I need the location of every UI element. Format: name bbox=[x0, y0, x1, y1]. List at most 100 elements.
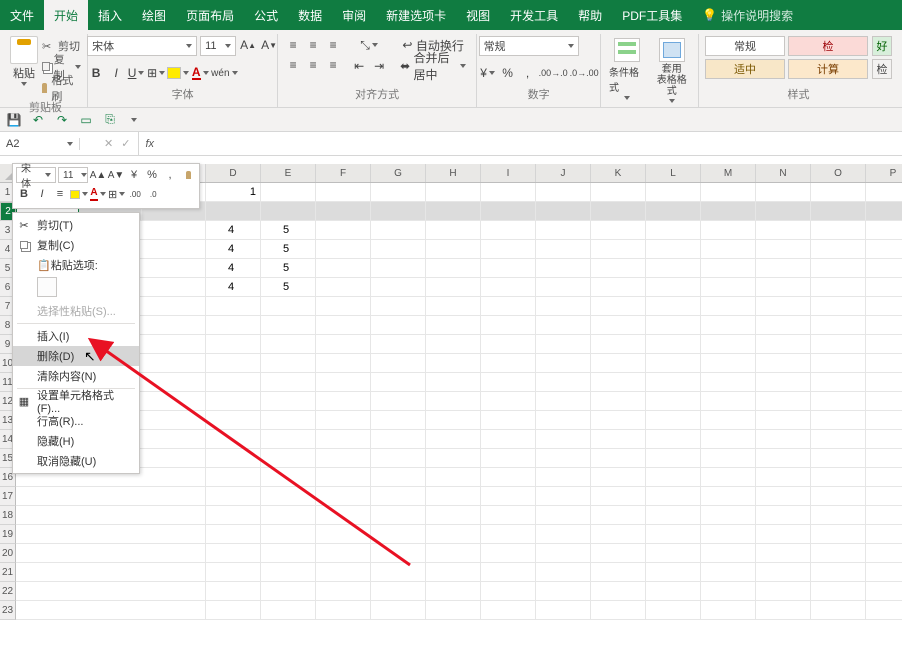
tab-help[interactable]: 帮助 bbox=[568, 0, 612, 30]
cancel-formula-button[interactable]: ✕ bbox=[104, 137, 113, 150]
undo-button[interactable]: ↶ bbox=[30, 112, 46, 128]
tab-formulas[interactable]: 公式 bbox=[244, 0, 288, 30]
tab-newtab[interactable]: 新建选项卡 bbox=[376, 0, 456, 30]
col-header-G[interactable]: G bbox=[371, 164, 426, 182]
tab-data[interactable]: 数据 bbox=[288, 0, 332, 30]
col-header-O[interactable]: O bbox=[811, 164, 866, 182]
tell-me-search[interactable]: 💡 操作说明搜索 bbox=[692, 0, 803, 30]
cell-D3[interactable]: 4 bbox=[206, 221, 261, 240]
format-as-table-button[interactable]: 套用 表格格式 bbox=[652, 36, 692, 105]
style-check[interactable]: 检 bbox=[788, 36, 868, 56]
col-header-P[interactable]: P bbox=[866, 164, 902, 182]
col-header-K[interactable]: K bbox=[591, 164, 646, 182]
qat-unknown2[interactable]: ⎘ bbox=[102, 112, 118, 128]
enter-formula-button[interactable]: ✓ bbox=[121, 137, 130, 150]
mini-comma[interactable]: , bbox=[162, 167, 178, 183]
col-header-N[interactable]: N bbox=[756, 164, 811, 182]
tab-view[interactable]: 视图 bbox=[456, 0, 500, 30]
font-name-select[interactable]: 宋体 bbox=[87, 36, 197, 56]
font-size-select[interactable]: 11 bbox=[200, 36, 236, 56]
align-middle-button[interactable]: ≡ bbox=[304, 36, 322, 54]
mini-decrease-font[interactable]: A▼ bbox=[108, 167, 124, 183]
col-header-M[interactable]: M bbox=[701, 164, 756, 182]
col-header-H[interactable]: H bbox=[426, 164, 481, 182]
cell-E3[interactable]: 5 bbox=[261, 221, 316, 240]
mini-font-name[interactable]: 宋体 bbox=[16, 167, 56, 183]
tab-pdf[interactable]: PDF工具集 bbox=[612, 0, 692, 30]
ctx-cut[interactable]: ✂剪切(T) bbox=[13, 215, 139, 235]
col-header-I[interactable]: I bbox=[481, 164, 536, 182]
ctx-format-cells[interactable]: ▦设置单元格格式(F)... bbox=[13, 391, 139, 411]
increase-font-button[interactable]: A▲ bbox=[239, 36, 257, 54]
col-header-L[interactable]: L bbox=[646, 164, 701, 182]
align-center-button[interactable]: ≡ bbox=[304, 56, 322, 74]
style-linked[interactable]: 检 bbox=[872, 59, 892, 79]
redo-button[interactable]: ↷ bbox=[54, 112, 70, 128]
mini-border[interactable]: ⊞ bbox=[108, 186, 125, 202]
mini-fill-color[interactable] bbox=[70, 186, 88, 202]
paste-option-default[interactable] bbox=[37, 277, 57, 297]
fill-color-button[interactable] bbox=[167, 64, 189, 82]
mini-font-color[interactable]: A bbox=[90, 186, 106, 202]
mini-dec-decimal[interactable]: .0 bbox=[145, 186, 161, 202]
tab-insert[interactable]: 插入 bbox=[88, 0, 132, 30]
style-mid[interactable]: 适中 bbox=[705, 59, 785, 79]
fx-label[interactable]: fx bbox=[139, 138, 160, 150]
cell-grid[interactable]: 1 45 45 45 45 bbox=[16, 183, 902, 620]
qat-unknown1[interactable]: ▭ bbox=[78, 112, 94, 128]
mini-font-size[interactable]: 11 bbox=[58, 167, 88, 183]
increase-decimal-button[interactable]: .00→.0 bbox=[539, 64, 568, 82]
ctx-hide[interactable]: 隐藏(H) bbox=[13, 431, 139, 451]
merge-center-button[interactable]: ⬌ 合并后居中 bbox=[396, 57, 470, 75]
align-right-button[interactable]: ≡ bbox=[324, 56, 342, 74]
decrease-indent-button[interactable]: ⇤ bbox=[350, 57, 368, 75]
cell-D1[interactable]: 1 bbox=[206, 183, 261, 202]
font-color-button[interactable]: A bbox=[191, 64, 209, 82]
tab-developer[interactable]: 开发工具 bbox=[500, 0, 568, 30]
col-header-J[interactable]: J bbox=[536, 164, 591, 182]
tab-file[interactable]: 文件 bbox=[0, 0, 44, 30]
tab-page-layout[interactable]: 页面布局 bbox=[176, 0, 244, 30]
mini-accounting[interactable]: ¥ bbox=[126, 167, 142, 183]
bold-button[interactable]: B bbox=[87, 64, 105, 82]
orientation-button[interactable]: ⤡ bbox=[350, 36, 388, 54]
save-button[interactable]: 💾 bbox=[6, 112, 22, 128]
ctx-unhide[interactable]: 取消隐藏(U) bbox=[13, 451, 139, 471]
tab-home[interactable]: 开始 bbox=[44, 0, 88, 30]
align-bottom-button[interactable]: ≡ bbox=[324, 36, 342, 54]
percent-button[interactable]: % bbox=[499, 64, 517, 82]
qat-customize[interactable] bbox=[126, 112, 142, 128]
paste-button[interactable]: 粘贴 bbox=[13, 65, 35, 81]
style-normal[interactable]: 常规 bbox=[705, 36, 785, 56]
ctx-clear-contents[interactable]: 清除内容(N) bbox=[13, 366, 139, 386]
row-header-20[interactable]: 20 bbox=[0, 544, 16, 563]
row-header-17[interactable]: 17 bbox=[0, 487, 16, 506]
italic-button[interactable]: I bbox=[107, 64, 125, 82]
border-button[interactable]: ⊞ bbox=[147, 64, 165, 82]
name-box[interactable]: A2 bbox=[0, 138, 80, 150]
ctx-insert[interactable]: 插入(I) bbox=[13, 326, 139, 346]
accounting-format-button[interactable]: ¥ bbox=[479, 64, 497, 82]
cell-E4[interactable]: 5 bbox=[261, 240, 316, 259]
mini-percent[interactable]: % bbox=[144, 167, 160, 183]
phonetic-button[interactable]: wén bbox=[211, 64, 237, 82]
mini-format-painter[interactable] bbox=[180, 167, 196, 183]
comma-button[interactable]: , bbox=[519, 64, 537, 82]
row-header-23[interactable]: 23 bbox=[0, 601, 16, 620]
mini-italic[interactable]: I bbox=[34, 186, 50, 202]
col-header-E[interactable]: E bbox=[261, 164, 316, 182]
underline-button[interactable]: U bbox=[127, 64, 145, 82]
tab-review[interactable]: 审阅 bbox=[332, 0, 376, 30]
row-header-22[interactable]: 22 bbox=[0, 582, 16, 601]
tab-draw[interactable]: 绘图 bbox=[132, 0, 176, 30]
cell-E5[interactable]: 5 bbox=[261, 259, 316, 278]
style-good[interactable]: 好 bbox=[872, 36, 892, 56]
style-calc[interactable]: 计算 bbox=[788, 59, 868, 79]
number-format-select[interactable]: 常规 bbox=[479, 36, 579, 56]
row-header-19[interactable]: 19 bbox=[0, 525, 16, 544]
format-painter-button[interactable]: 格式刷 bbox=[42, 78, 81, 97]
cell-D6[interactable]: 4 bbox=[206, 278, 261, 297]
align-top-button[interactable]: ≡ bbox=[284, 36, 302, 54]
align-left-button[interactable]: ≡ bbox=[284, 56, 302, 74]
ctx-delete[interactable]: 删除(D) bbox=[13, 346, 139, 366]
